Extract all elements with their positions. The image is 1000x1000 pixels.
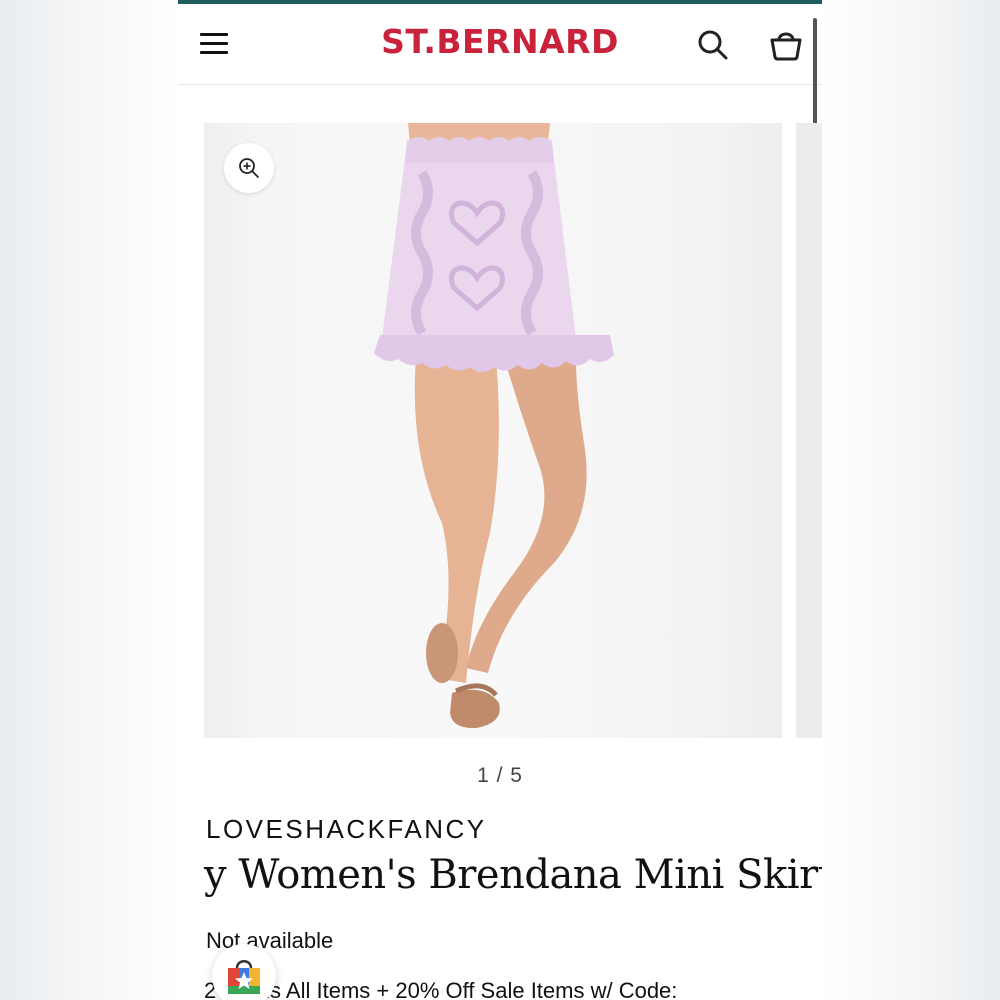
hamburger-menu-icon[interactable] — [198, 30, 230, 58]
site-header: ST.BERNARD — [178, 4, 822, 224]
image-counter: 1 / 5 — [477, 764, 523, 787]
rewards-shopping-bag-star-icon — [228, 960, 260, 994]
site-logo[interactable]: ST.BERNARD — [350, 22, 650, 61]
zoom-button[interactable] — [224, 143, 274, 193]
product-brand[interactable]: LOVESHACKFANCY — [206, 814, 487, 845]
next-image-preview[interactable] — [796, 123, 822, 738]
search-icon[interactable] — [696, 28, 730, 62]
mobile-viewport: ST.BERNARD 1 / 5 LOVESHACKFANCY y Women'… — [178, 0, 822, 1000]
product-image[interactable] — [204, 123, 782, 738]
shopping-bag-icon[interactable] — [768, 26, 804, 62]
product-photo-skirt-illustration — [374, 123, 614, 729]
rewards-widget-button[interactable] — [212, 944, 276, 1000]
product-image-gallery[interactable] — [204, 123, 822, 738]
zoom-in-icon — [239, 158, 259, 178]
product-title: y Women's Brendana Mini Skirt — [204, 852, 822, 898]
